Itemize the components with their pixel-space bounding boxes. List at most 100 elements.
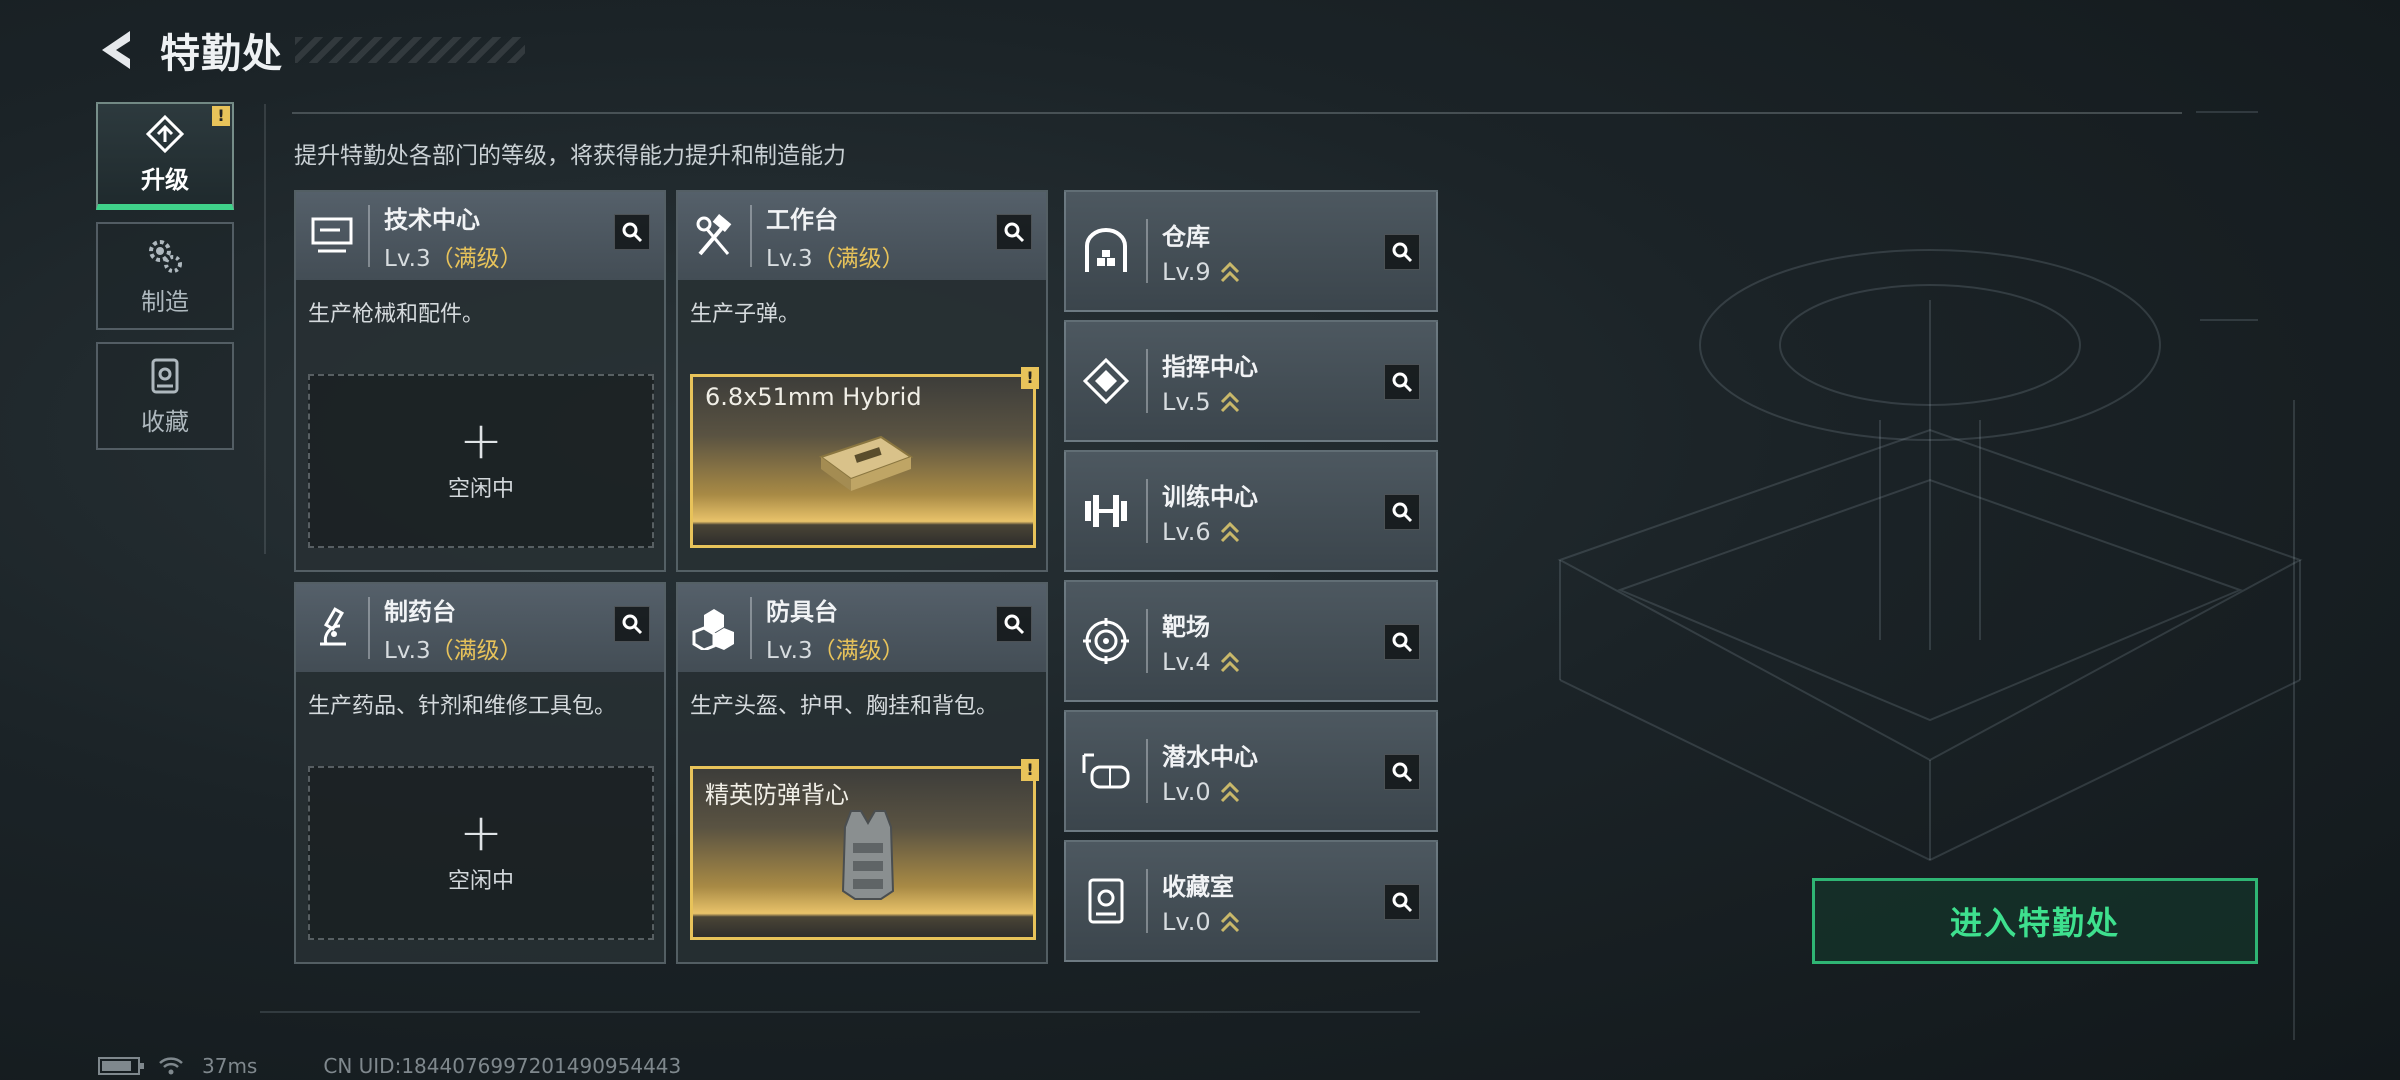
- production-slot-item[interactable]: 6.8x51mm Hybrid !: [690, 367, 1039, 548]
- facility-name: 潜水中心: [1162, 742, 1258, 771]
- page-header: 特勤处: [96, 22, 525, 78]
- tab-upgrade[interactable]: ! 升级: [96, 102, 234, 210]
- dept-header: 工作台 Lv.3（满级）: [678, 192, 1046, 280]
- vest-icon: [841, 810, 895, 900]
- dept-card-pharmacy[interactable]: 制药台 Lv.3（满级） 生产药品、针剂和维修工具包。 + 空闲中: [294, 582, 666, 964]
- facility-name: 仓库: [1162, 222, 1210, 251]
- alert-badge: !: [1021, 367, 1039, 389]
- tab-craft[interactable]: 制造: [96, 222, 234, 330]
- enter-special-ops-button[interactable]: 进入特勤处: [1812, 878, 2258, 964]
- item-name: 6.8x51mm Hybrid: [705, 383, 922, 411]
- search-button[interactable]: [1384, 234, 1420, 270]
- upgrade-chevron-icon: [1220, 911, 1239, 932]
- production-slot-idle[interactable]: + 空闲中: [308, 766, 654, 940]
- facility-card-shooting-range[interactable]: 靶场 Lv.4: [1064, 580, 1438, 702]
- search-button[interactable]: [614, 214, 650, 250]
- back-button[interactable]: [96, 28, 140, 72]
- facility-card-warehouse[interactable]: 仓库 Lv.9: [1064, 190, 1438, 312]
- dept-card-armor-bench[interactable]: 防具台 Lv.3（满级） 生产头盔、护甲、胸挂和背包。 精英防弹背心 !: [676, 582, 1048, 964]
- dept-card-tech-center[interactable]: 技术中心 Lv.3（满级） 生产枪械和配件。 + 空闲中: [294, 190, 666, 572]
- dept-level: Lv.3（满级）: [384, 637, 523, 664]
- search-icon: [1392, 372, 1413, 393]
- facility-card-collection-room[interactable]: 收藏室 Lv.0: [1064, 840, 1438, 962]
- gears-icon: [149, 239, 182, 273]
- tab-collection[interactable]: 收藏: [96, 342, 234, 450]
- dept-description: 生产枪械和配件。: [308, 302, 485, 327]
- dept-name: 技术中心: [384, 205, 480, 234]
- divider: [1146, 739, 1148, 803]
- search-button[interactable]: [1384, 884, 1420, 920]
- tab-label: 收藏: [141, 407, 189, 436]
- divider: [750, 597, 752, 659]
- search-icon: [1392, 892, 1413, 913]
- side-tabs: ! 升级 制造 收藏: [96, 102, 234, 462]
- facility-level: Lv.4: [1162, 648, 1241, 676]
- status-bar: 37ms CN UID:1844076997201490954443: [98, 1054, 681, 1078]
- upgrade-chevron-icon: [1220, 261, 1239, 282]
- trophy-case-icon: [151, 358, 179, 393]
- search-icon: [1392, 632, 1413, 653]
- facility-card-diving-center[interactable]: 潜水中心 Lv.0: [1064, 710, 1438, 832]
- item-name: 精英防弹背心: [705, 781, 849, 809]
- battery-level: [102, 1061, 131, 1071]
- search-button[interactable]: [996, 606, 1032, 642]
- facility-level: Lv.6: [1162, 518, 1258, 546]
- upgrade-chevron-icon: [1220, 651, 1239, 672]
- dept-name: 防具台: [766, 597, 838, 626]
- facility-name: 训练中心: [1162, 482, 1258, 511]
- divider: [264, 104, 266, 554]
- slot-status: 空闲中: [447, 477, 514, 502]
- battery-icon: [98, 1057, 144, 1075]
- facility-card-training-center[interactable]: 训练中心 Lv.6: [1064, 450, 1438, 572]
- dept-level: Lv.3（满级）: [766, 245, 905, 272]
- upgrade-chevron-icon: [1220, 391, 1239, 412]
- tab-label: 升级: [141, 165, 189, 194]
- production-slot-item[interactable]: 精英防弹背心 !: [690, 759, 1039, 940]
- dept-description: 生产药品、针剂和维修工具包。: [308, 694, 617, 719]
- upgrade-icon: [145, 114, 185, 153]
- divider: [1146, 609, 1148, 673]
- production-slot-idle[interactable]: + 空闲中: [308, 374, 654, 548]
- cubes-icon: [678, 584, 750, 672]
- diving-mask-icon: [1066, 712, 1146, 830]
- alert-badge: !: [212, 106, 230, 126]
- facility-level: Lv.0: [1162, 778, 1258, 806]
- divider: [750, 205, 752, 267]
- search-icon: [622, 614, 643, 635]
- alert-badge: !: [1021, 759, 1039, 781]
- page-title: 特勤处: [160, 31, 283, 77]
- facility-card-command-center[interactable]: 指挥中心 Lv.5: [1064, 320, 1438, 442]
- facility-level: Lv.5: [1162, 388, 1258, 416]
- facility-level: Lv.9: [1162, 258, 1241, 286]
- search-button[interactable]: [996, 214, 1032, 250]
- divider: [1146, 869, 1148, 933]
- user-uid: CN UID:1844076997201490954443: [323, 1054, 682, 1078]
- dept-name: 制药台: [384, 597, 456, 626]
- computer-icon: [296, 192, 368, 280]
- title-decoration: [295, 37, 525, 63]
- search-button[interactable]: [1384, 754, 1420, 790]
- search-icon: [1004, 222, 1025, 243]
- search-button[interactable]: [614, 606, 650, 642]
- target-icon: [1066, 582, 1146, 700]
- divider: [292, 112, 2182, 114]
- dept-name: 工作台: [766, 205, 838, 234]
- hammer-wrench-icon: [678, 192, 750, 280]
- dept-description: 生产头盔、护甲、胸挂和背包。: [690, 694, 999, 719]
- facility-name: 收藏室: [1162, 872, 1234, 901]
- ammo-box-icon: [818, 435, 914, 491]
- search-button[interactable]: [1384, 494, 1420, 530]
- dumbbell-icon: [1066, 452, 1146, 570]
- dept-card-workbench[interactable]: 工作台 Lv.3（满级） 生产子弹。 6.8x51mm Hybrid !: [676, 190, 1048, 572]
- plus-icon: +: [459, 411, 503, 471]
- back-arrow-icon: [102, 31, 130, 69]
- divider: [368, 205, 370, 267]
- divider: [1146, 479, 1148, 543]
- search-button[interactable]: [1384, 364, 1420, 400]
- search-button[interactable]: [1384, 624, 1420, 660]
- search-icon: [1392, 502, 1413, 523]
- wifi-icon: [159, 1057, 183, 1075]
- divider: [1146, 349, 1148, 413]
- plus-icon: +: [459, 803, 503, 863]
- dept-level: Lv.3（满级）: [384, 245, 523, 272]
